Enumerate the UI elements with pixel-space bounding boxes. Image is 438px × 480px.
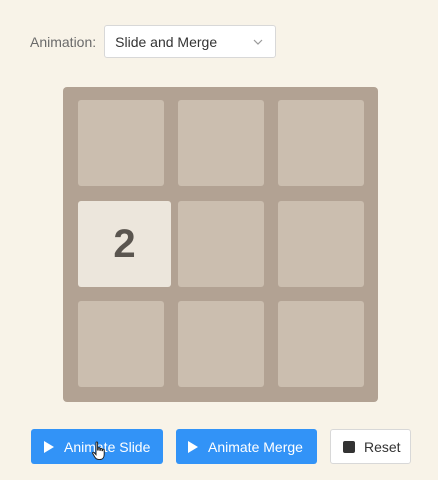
board-cell	[178, 100, 264, 186]
game-board: 2	[63, 87, 378, 402]
reset-label: Reset	[364, 438, 401, 455]
animation-select[interactable]: Slide and Merge	[104, 25, 277, 58]
board-cell	[278, 301, 364, 387]
animate-slide-label: Animate Slide	[64, 438, 151, 455]
animate-merge-button[interactable]: Animate Merge	[176, 429, 317, 464]
hand-pointer-cursor-icon	[92, 441, 105, 460]
board-cell	[178, 301, 264, 387]
tile-value: 2	[113, 221, 136, 266]
animation-selector-row: Animation: Slide and Merge	[30, 25, 277, 58]
tile-2: 2	[78, 201, 171, 287]
animation-select-value: Slide and Merge	[115, 33, 218, 50]
board-cell	[278, 201, 364, 287]
animate-merge-label: Animate Merge	[208, 438, 303, 455]
chevron-down-icon	[253, 39, 263, 45]
animation-label: Animation:	[30, 33, 97, 50]
stop-icon	[343, 440, 355, 453]
board-cell	[78, 301, 164, 387]
board-cell	[278, 100, 364, 186]
reset-button[interactable]: Reset	[330, 429, 411, 464]
play-icon	[188, 440, 198, 453]
board-cell	[178, 201, 264, 287]
board-cell	[78, 100, 164, 186]
play-icon	[44, 440, 54, 453]
